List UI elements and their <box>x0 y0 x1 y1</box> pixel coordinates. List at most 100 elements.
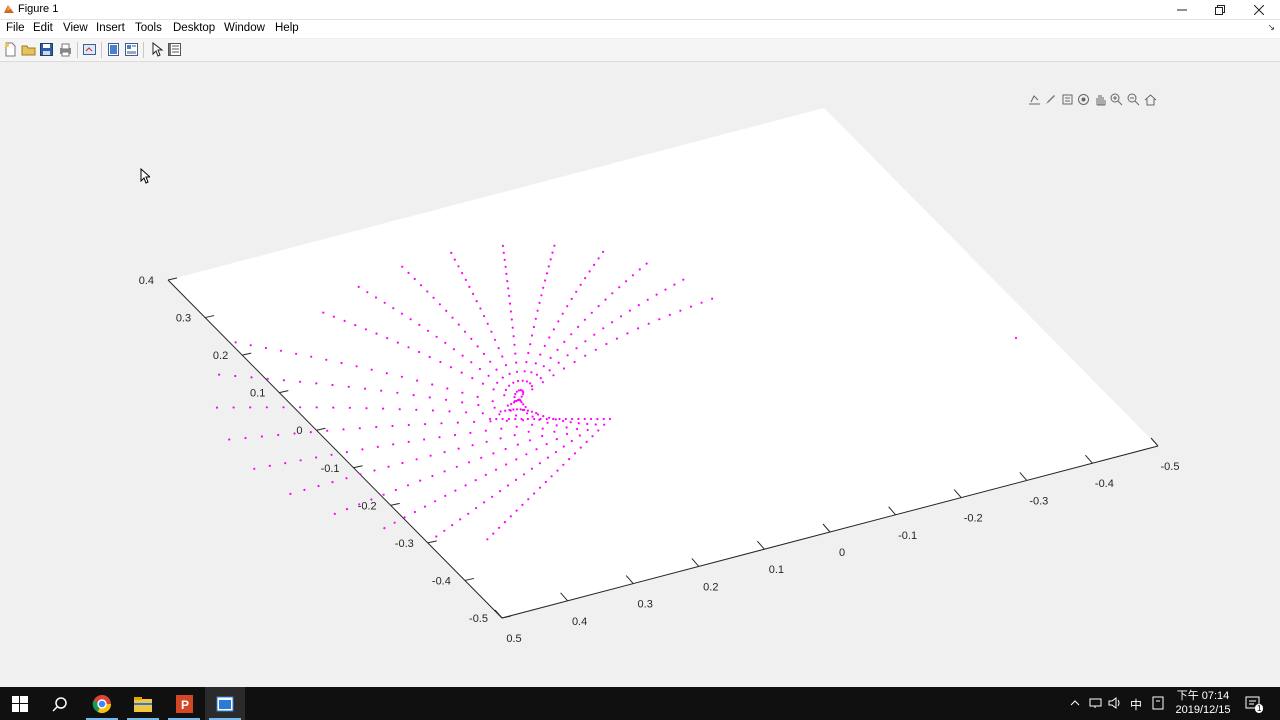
taskbar-chrome[interactable] <box>82 687 122 720</box>
menu-tools[interactable]: Tools <box>135 22 162 34</box>
menu-desktop[interactable]: Desktop <box>173 22 215 34</box>
start-button[interactable] <box>0 687 40 720</box>
scatter-point <box>655 293 658 296</box>
scatter-point <box>570 297 573 300</box>
scatter-point <box>645 262 648 265</box>
scatter-point <box>527 498 530 501</box>
scatter-point <box>512 335 515 338</box>
scatter-point <box>228 438 231 441</box>
menu-file[interactable]: File <box>6 22 25 34</box>
menu-window[interactable]: Window <box>224 22 265 34</box>
scatter-point <box>542 365 545 368</box>
menu-insert[interactable]: Insert <box>96 22 125 34</box>
close-button[interactable] <box>1240 0 1278 19</box>
scatter-point <box>363 387 367 390</box>
chevron-up-icon[interactable] <box>1070 698 1080 708</box>
pan-icon[interactable] <box>1093 92 1108 107</box>
menu-bar: File Edit View Insert Tools Desktop Wind… <box>0 20 1280 38</box>
scatter-point <box>497 347 500 350</box>
export-icon[interactable] <box>1027 92 1042 107</box>
scatter-point <box>428 355 431 359</box>
show-plot-tools-icon[interactable] <box>124 42 139 57</box>
scatter-point <box>502 251 505 254</box>
axes-3d[interactable]: -0.5 -0.4 -0.3 -0.2 -0.1 0 0.1 0.2 0.3 0.4 0.5 -0.5… <box>0 62 1280 687</box>
scatter-point <box>375 332 378 335</box>
action-center-button[interactable]: 1 <box>1244 695 1264 713</box>
input-method-icon[interactable] <box>1152 696 1164 710</box>
scatter-point <box>310 355 313 358</box>
system-clock[interactable]: 下午 07:14 2019/12/15 <box>1172 689 1234 717</box>
scatter-point <box>459 518 462 521</box>
scatter-point <box>475 507 478 510</box>
restore-button[interactable] <box>1201 0 1239 19</box>
print-icon[interactable] <box>58 42 73 57</box>
home-icon[interactable] <box>1143 92 1158 107</box>
scatter-point <box>268 464 271 467</box>
scatter-point <box>471 377 474 380</box>
toolbar-separator <box>101 42 102 58</box>
scatter-point <box>317 484 320 488</box>
link-plot-icon[interactable] <box>82 42 97 57</box>
zoom-out-icon[interactable] <box>1126 92 1141 107</box>
taskbar-matlab-figure[interactable] <box>205 687 245 720</box>
scatter-point <box>604 298 607 301</box>
network-icon[interactable] <box>1089 697 1102 709</box>
menu-view[interactable]: View <box>63 22 88 34</box>
z-tick-label: -0.1 <box>321 463 340 475</box>
new-figure-icon[interactable] <box>3 42 18 57</box>
datatip-icon[interactable] <box>1060 92 1075 107</box>
scatter-point <box>554 418 557 421</box>
scatter-point <box>530 467 534 470</box>
taskbar-powerpoint[interactable]: P <box>164 687 204 720</box>
ime-indicator[interactable]: 中 <box>1130 696 1142 713</box>
scatter-point <box>538 301 541 304</box>
minimize-button[interactable] <box>1163 0 1201 19</box>
scatter-point <box>361 448 364 451</box>
property-inspector-icon[interactable] <box>167 42 182 57</box>
menu-help[interactable]: Help <box>275 22 299 34</box>
scatter-point <box>596 417 599 421</box>
window-title: Figure 1 <box>18 3 59 15</box>
scatter-point <box>218 373 221 376</box>
hide-plot-tools-icon[interactable] <box>106 42 121 57</box>
scatter-point <box>516 379 520 383</box>
scatter-point <box>244 436 247 440</box>
taskbar-file-explorer[interactable] <box>123 687 163 720</box>
x-tick-label: -0.2 <box>964 513 983 525</box>
scatter-point <box>565 432 569 436</box>
z-tick-label: 0 <box>296 425 302 437</box>
search-button[interactable] <box>40 687 80 720</box>
menu-edit[interactable]: Edit <box>33 22 53 34</box>
edit-plot-arrow-icon[interactable] <box>149 42 164 57</box>
scatter-point <box>504 265 507 268</box>
scatter-point <box>562 367 566 370</box>
z-tick-label: -0.4 <box>432 575 451 587</box>
zoom-in-icon[interactable] <box>1109 92 1124 107</box>
scatter-point <box>492 452 495 455</box>
powerpoint-icon: P <box>176 694 193 713</box>
scatter-point <box>520 401 523 404</box>
scatter-point <box>449 366 453 369</box>
open-file-icon[interactable] <box>21 42 36 57</box>
scatter-point <box>513 396 516 399</box>
scatter-point <box>470 337 473 340</box>
volume-icon[interactable] <box>1108 697 1121 709</box>
scatter-point <box>330 453 333 456</box>
scatter-point <box>332 315 335 318</box>
scatter-point <box>504 409 507 412</box>
rotate-icon[interactable] <box>1076 92 1091 107</box>
scatter-point <box>507 417 510 421</box>
brush-icon[interactable] <box>1043 92 1058 107</box>
scatter-point <box>628 309 632 312</box>
scatter-point <box>546 421 549 424</box>
scatter-point <box>548 416 551 419</box>
save-icon[interactable] <box>39 42 54 57</box>
figure-canvas[interactable]: -0.5 -0.4 -0.3 -0.2 -0.1 0 0.1 0.2 0.3 0.4 0.5 -0.5… <box>0 62 1280 687</box>
scatter-point <box>541 381 545 384</box>
dock-arrow-icon[interactable]: ↘ <box>1267 22 1275 33</box>
scatter-point <box>515 361 518 364</box>
window-titlebar: Figure 1 <box>0 0 1280 20</box>
scatter-point <box>469 431 472 434</box>
scatter-point <box>478 367 481 371</box>
scatter-point <box>416 379 419 382</box>
